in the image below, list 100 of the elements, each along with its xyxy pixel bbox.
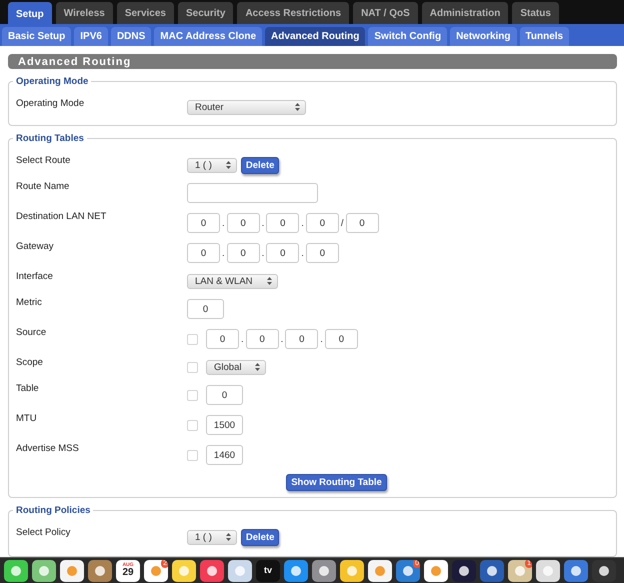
dock-app-icon[interactable] — [592, 560, 616, 582]
main-tab[interactable]: Access Restrictions — [237, 2, 350, 24]
dock-app-icon[interactable] — [4, 560, 28, 582]
sub-tab[interactable]: Networking — [450, 27, 517, 46]
dock-app-icon[interactable] — [368, 560, 392, 582]
dropdown[interactable]: 1 ( ) — [187, 158, 237, 172]
input-field[interactable]: 0 — [226, 243, 260, 263]
main-tab[interactable]: Status — [512, 2, 559, 24]
dot-separator: . — [222, 218, 225, 228]
dock-app-icon[interactable] — [32, 560, 56, 582]
app-glyph-icon — [65, 564, 79, 578]
app-glyph-icon — [541, 564, 555, 578]
field-label: Destination LAN NET — [16, 210, 108, 222]
input-field[interactable]: 1500 — [206, 415, 243, 435]
dropdown[interactable]: 1 ( ) — [187, 530, 237, 544]
main-tab[interactable]: Wireless — [56, 2, 113, 24]
dot-separator: . — [301, 248, 304, 258]
app-glyph-icon — [9, 564, 23, 578]
dock-app-icon[interactable] — [480, 560, 504, 582]
app-glyph-icon — [205, 564, 219, 578]
input-field[interactable]: 0 — [206, 385, 243, 405]
input-field[interactable]: 0 — [266, 243, 300, 263]
dock-app-icon[interactable] — [452, 560, 476, 582]
updown-icon — [266, 277, 272, 285]
main-tab[interactable]: Administration — [422, 2, 508, 24]
dock-app-icon[interactable]: tv — [256, 560, 280, 582]
input-field[interactable]: 1460 — [206, 445, 243, 465]
app-glyph-icon — [289, 564, 303, 578]
input-field[interactable]: 0 — [306, 213, 339, 233]
app-glyph-icon — [457, 564, 471, 578]
updown-icon — [226, 533, 231, 541]
dot-separator: . — [301, 218, 304, 228]
sub-tab[interactable]: Tunnels — [520, 27, 570, 46]
input-field[interactable]: 0 — [246, 329, 279, 349]
input-field[interactable]: 0 — [187, 243, 220, 263]
app-glyph-icon — [485, 564, 499, 578]
updown-icon — [295, 103, 300, 111]
group-title: Operating Mode — [15, 76, 90, 87]
dock-app-icon[interactable] — [536, 560, 560, 582]
app-glyph-icon — [513, 564, 527, 578]
sub-tab[interactable]: Basic Setup — [2, 27, 72, 46]
delete-button[interactable]: Delete — [240, 528, 280, 546]
app-glyph-icon — [317, 564, 331, 578]
dock-app-icon[interactable] — [60, 560, 84, 582]
dock-app-icon[interactable] — [312, 560, 336, 582]
app-glyph-icon — [373, 564, 387, 578]
main-tab[interactable]: Setup — [8, 2, 52, 26]
section-title: Advanced Routing — [8, 54, 617, 69]
sub-tab[interactable]: DDNS — [110, 27, 152, 46]
checkbox[interactable] — [187, 362, 198, 372]
input-field[interactable]: 0 — [187, 213, 220, 233]
field-label: Interface — [16, 270, 54, 282]
input-field[interactable]: 0 — [306, 243, 339, 263]
checkbox[interactable] — [187, 334, 198, 344]
group-title: Routing Tables — [15, 133, 85, 144]
app-glyph-icon — [149, 564, 163, 578]
checkbox[interactable] — [187, 420, 198, 430]
sub-tab[interactable]: Switch Config — [368, 27, 448, 46]
field-label: Source — [16, 326, 48, 338]
dock-app-icon[interactable] — [284, 560, 308, 582]
input-field[interactable]: 0 — [187, 299, 224, 319]
dock-app-icon[interactable] — [172, 560, 196, 582]
checkbox[interactable] — [187, 390, 198, 400]
app-glyph-icon — [233, 564, 247, 578]
input-field[interactable] — [187, 183, 318, 203]
delete-button[interactable]: Delete — [240, 156, 280, 174]
slash-separator: / — [340, 218, 344, 228]
field-label: Operating Mode — [16, 97, 86, 109]
field-label: Select Policy — [16, 526, 72, 538]
dot-separator: . — [222, 248, 225, 258]
field-label: Select Route — [16, 154, 72, 166]
app-glyph-icon — [569, 564, 583, 578]
main-tab[interactable]: Security — [178, 2, 234, 24]
sub-tab[interactable]: IPV6 — [74, 27, 108, 46]
dropdown[interactable]: LAN & WLAN — [187, 274, 278, 288]
sub-tab[interactable]: Advanced Routing — [265, 27, 366, 46]
dock-app-icon[interactable] — [424, 560, 448, 582]
show-routing-table-button[interactable]: Show Routing Table — [286, 474, 387, 491]
input-field[interactable]: 0 — [324, 329, 358, 349]
dropdown[interactable]: Router — [187, 100, 306, 114]
main-tab[interactable]: NAT / QoS — [353, 2, 418, 24]
dot-separator: . — [262, 218, 264, 228]
input-field[interactable]: 0 — [226, 213, 260, 233]
dock-app-icon[interactable] — [200, 560, 224, 582]
input-field[interactable]: 0 — [266, 213, 300, 233]
sub-tab[interactable]: MAC Address Clone — [154, 27, 262, 46]
input-field[interactable]: 0 — [285, 329, 318, 349]
dot-separator: . — [262, 248, 264, 258]
dot-separator: . — [280, 334, 284, 344]
input-field[interactable]: 0 — [206, 329, 239, 349]
dock-app-icon[interactable] — [88, 560, 112, 582]
dropdown[interactable]: Global — [206, 360, 266, 374]
field-label: Route Name — [16, 180, 70, 192]
dock-app-icon[interactable] — [228, 560, 252, 582]
dock-app-icon[interactable] — [564, 560, 588, 582]
checkbox[interactable] — [187, 450, 198, 460]
input-field[interactable]: 0 — [346, 213, 379, 233]
main-tab[interactable]: Services — [116, 2, 174, 24]
updown-icon — [255, 363, 260, 371]
dock-app-icon[interactable] — [340, 560, 364, 582]
